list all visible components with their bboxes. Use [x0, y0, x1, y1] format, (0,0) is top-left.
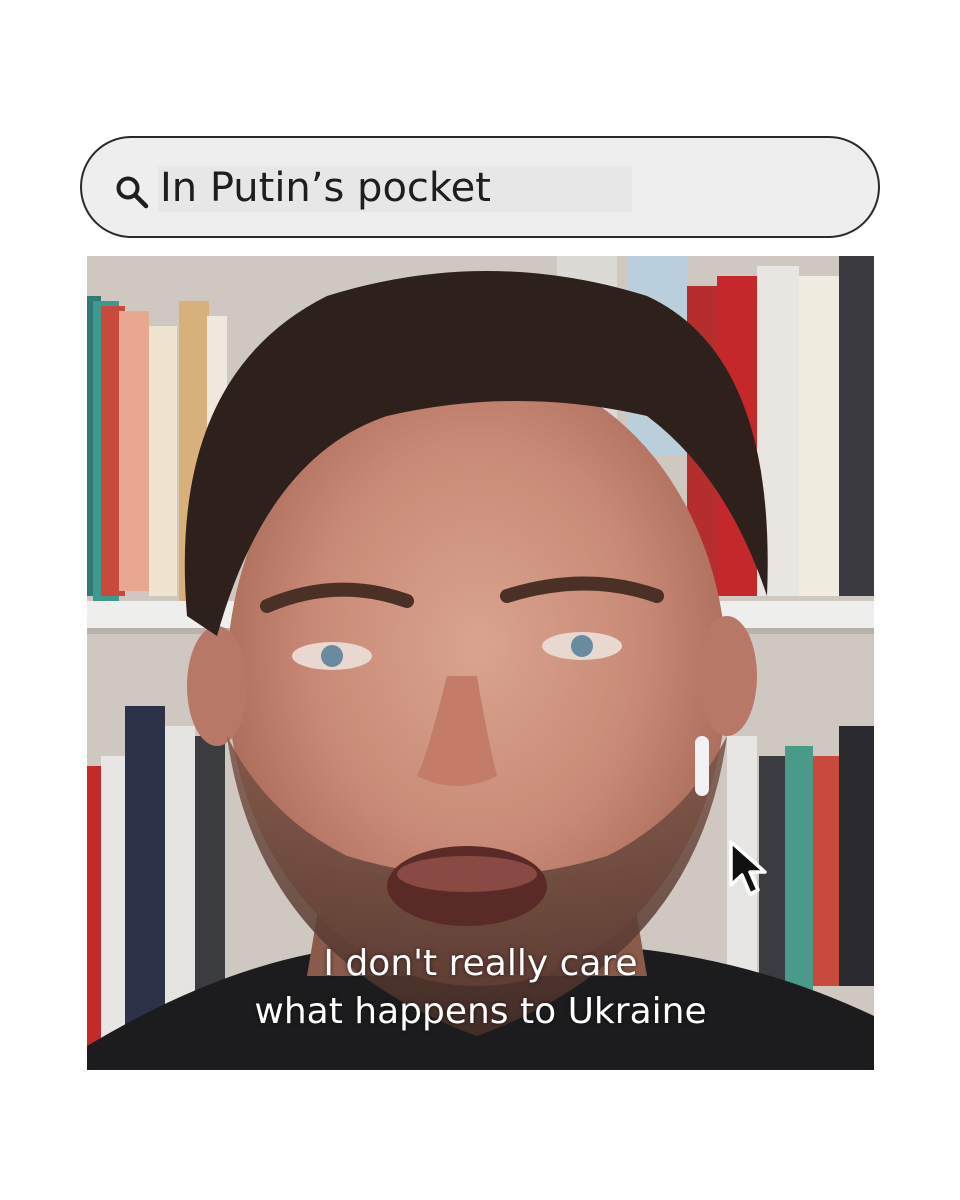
search-query-text[interactable]: In Putin’s pocket [160, 162, 491, 214]
video-frame[interactable]: I don't really care what happens to Ukra… [87, 256, 874, 1070]
caption-line-2: what happens to Ukraine [254, 991, 707, 1032]
search-bar[interactable]: In Putin’s pocket [80, 136, 880, 238]
page: In Putin’s pocket I don't really care wh… [0, 0, 960, 1200]
video-caption: I don't really care what happens to Ukra… [87, 940, 874, 1036]
mouse-pointer-icon [729, 840, 767, 896]
caption-line-1: I don't really care [323, 943, 638, 984]
search-icon [116, 176, 149, 209]
